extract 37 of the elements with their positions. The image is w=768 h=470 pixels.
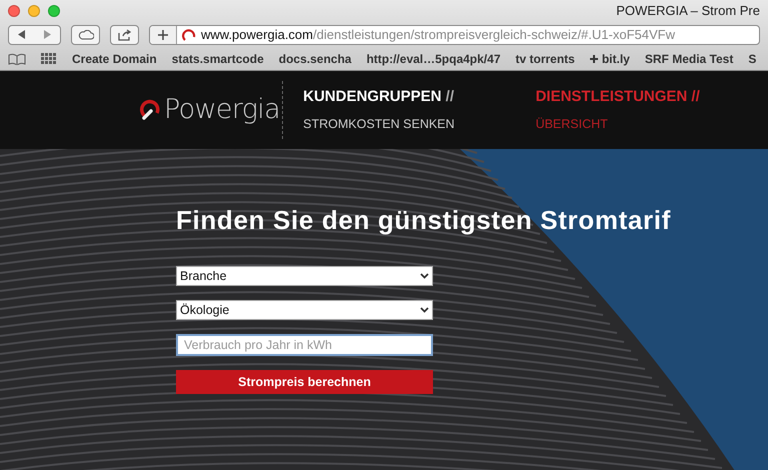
dropdown-field[interactable]: Branche bbox=[176, 266, 433, 286]
bookmark-link[interactable]: SRF Media Test bbox=[644, 50, 734, 68]
bookmark-link[interactable]: http://eval…5pqa4pk/47 bbox=[366, 50, 500, 68]
plus-icon bbox=[590, 54, 598, 62]
window-title: POWERGIA – Strom Pre bbox=[616, 2, 760, 20]
bookmark-link[interactable]: docs.sencha bbox=[278, 50, 352, 68]
chevron-down-icon bbox=[420, 273, 429, 279]
plus-icon bbox=[158, 30, 168, 40]
cloud-button[interactable] bbox=[71, 24, 100, 44]
dropdown-field[interactable]: Ökologie bbox=[176, 300, 433, 320]
share-button[interactable] bbox=[110, 24, 139, 44]
new-tab-button[interactable] bbox=[150, 26, 177, 44]
loading-icon bbox=[182, 28, 196, 42]
address-bar[interactable]: www.powergia.com/dienstleistungen/strompreisvergleich-schweiz/#.U1-xoF54VFw bbox=[149, 24, 760, 44]
bookmark-link[interactable]: Create Domain bbox=[72, 50, 157, 68]
zoom-button[interactable] bbox=[48, 5, 60, 17]
calculate-button[interactable]: Strompreis berechnen bbox=[176, 370, 433, 394]
back-icon bbox=[18, 30, 26, 39]
bookmark-link[interactable]: bit.ly bbox=[590, 50, 630, 68]
forward-icon bbox=[43, 30, 52, 39]
powergia-logo[interactable]: Powergia bbox=[140, 90, 282, 130]
share-icon bbox=[118, 28, 132, 40]
cloud-icon bbox=[78, 30, 94, 40]
book-icon[interactable] bbox=[8, 52, 26, 64]
bookmark-link[interactable]: S bbox=[748, 50, 756, 68]
consumption-input[interactable]: Verbrauch pro Jahr in kWh bbox=[176, 334, 433, 356]
chevron-down-icon bbox=[420, 307, 429, 313]
hero-heading: Finden Sie den günstigsten Stromtarif bbox=[176, 204, 672, 237]
back-forward-button[interactable] bbox=[8, 24, 61, 44]
nav-item[interactable]: DIENSTLEISTUNGEN // ÜBERSICHT bbox=[536, 86, 768, 134]
url-text: www.powergia.com/dienstleistungen/strompreisvergleich-schweiz/#.U1-xoF54VFw bbox=[201, 26, 675, 44]
bookmark-link[interactable]: tv torrents bbox=[516, 50, 575, 68]
close-button[interactable] bbox=[8, 5, 20, 17]
nav-item[interactable]: KUNDENGRUPPEN // STROMKOSTEN SENKEN bbox=[303, 86, 536, 134]
grid-icon[interactable] bbox=[41, 52, 57, 64]
logo-icon bbox=[140, 99, 162, 121]
bookmark-link[interactable]: stats.smartcode bbox=[172, 50, 264, 68]
